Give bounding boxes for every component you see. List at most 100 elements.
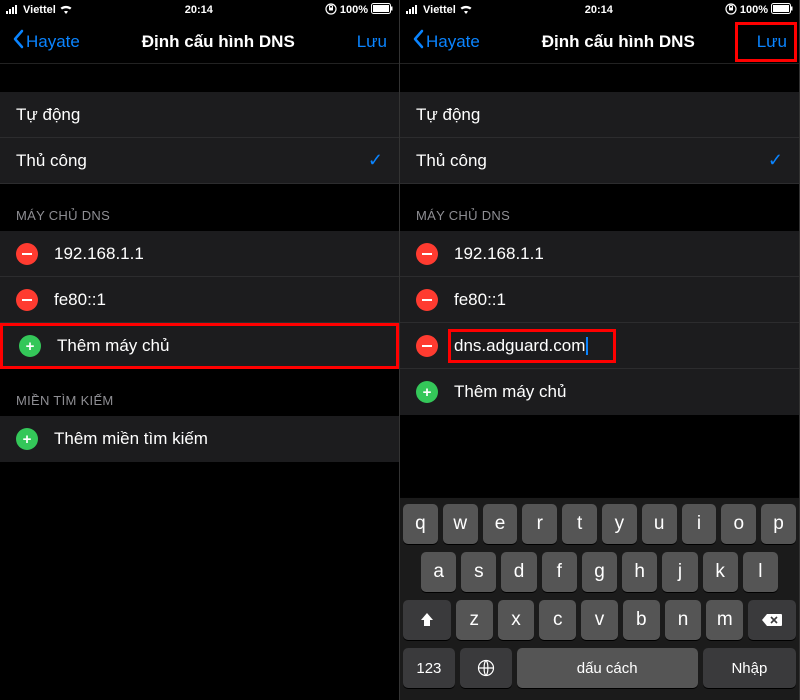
battery-percent: 100% bbox=[740, 4, 768, 16]
back-label: Hayate bbox=[26, 32, 80, 52]
add-server-row[interactable]: Thêm máy chủ bbox=[400, 369, 799, 415]
add-search-domain-row[interactable]: Thêm miền tìm kiếm bbox=[0, 416, 399, 462]
key-e[interactable]: e bbox=[483, 504, 518, 544]
clock: 20:14 bbox=[185, 4, 213, 16]
key-h[interactable]: h bbox=[622, 552, 657, 592]
content-area: Tự động Thủ công ✓ MÁY CHỦ DNS 192.168.1… bbox=[0, 64, 399, 700]
back-button[interactable]: Hayate bbox=[12, 29, 80, 54]
battery-icon bbox=[771, 3, 793, 17]
key-space[interactable]: dấu cách bbox=[517, 648, 698, 688]
dns-server-input[interactable]: dns.adguard.com bbox=[454, 336, 783, 356]
nav-title: Định cấu hình DNS bbox=[142, 32, 295, 52]
mode-manual-label: Thủ công bbox=[416, 151, 768, 171]
keyboard: q w e r t y u i o p a s d f g h j k l z bbox=[400, 497, 799, 700]
key-k[interactable]: k bbox=[703, 552, 738, 592]
dns-server-row[interactable]: 192.168.1.1 bbox=[0, 231, 399, 277]
remove-icon[interactable] bbox=[416, 243, 438, 265]
add-server-row[interactable]: Thêm máy chủ bbox=[0, 323, 399, 369]
chevron-left-icon bbox=[12, 29, 24, 54]
mode-auto[interactable]: Tự động bbox=[400, 92, 799, 138]
phone-right: Viettel 20:14 100% Hayate Định cấu hình … bbox=[400, 0, 800, 700]
add-icon[interactable] bbox=[416, 381, 438, 403]
keyboard-row-3: z x c v b n m bbox=[403, 600, 796, 640]
key-a[interactable]: a bbox=[421, 552, 456, 592]
wifi-icon bbox=[59, 4, 73, 17]
checkmark-icon: ✓ bbox=[768, 150, 783, 171]
back-button[interactable]: Hayate bbox=[412, 29, 480, 54]
key-backspace[interactable] bbox=[748, 600, 796, 640]
key-s[interactable]: s bbox=[461, 552, 496, 592]
status-bar: Viettel 20:14 100% bbox=[400, 0, 799, 20]
key-mode[interactable]: 123 bbox=[403, 648, 455, 688]
signal-icon bbox=[6, 4, 20, 17]
chevron-left-icon bbox=[412, 29, 424, 54]
add-search-label: Thêm miền tìm kiếm bbox=[54, 429, 383, 449]
phone-left: Viettel 20:14 100% Hayate Định cấu hình … bbox=[0, 0, 400, 700]
remove-icon[interactable] bbox=[16, 243, 38, 265]
text-cursor bbox=[586, 337, 588, 355]
dns-server-input-row[interactable]: dns.adguard.com bbox=[400, 323, 799, 369]
key-o[interactable]: o bbox=[721, 504, 756, 544]
orientation-lock-icon bbox=[725, 3, 737, 18]
mode-manual[interactable]: Thủ công ✓ bbox=[0, 138, 399, 184]
key-z[interactable]: z bbox=[456, 600, 493, 640]
remove-icon[interactable] bbox=[416, 335, 438, 357]
mode-auto-label: Tự động bbox=[16, 105, 383, 125]
mode-manual-label: Thủ công bbox=[16, 151, 368, 171]
wifi-icon bbox=[459, 4, 473, 17]
nav-bar: Hayate Định cấu hình DNS Lưu bbox=[0, 20, 399, 64]
key-g[interactable]: g bbox=[582, 552, 617, 592]
section-dns-header: MÁY CHỦ DNS bbox=[400, 184, 799, 231]
key-b[interactable]: b bbox=[623, 600, 660, 640]
battery-percent: 100% bbox=[340, 4, 368, 16]
key-return[interactable]: Nhập bbox=[703, 648, 796, 688]
back-label: Hayate bbox=[426, 32, 480, 52]
nav-bar: Hayate Định cấu hình DNS Lưu bbox=[400, 20, 799, 64]
checkmark-icon: ✓ bbox=[368, 150, 383, 171]
key-w[interactable]: w bbox=[443, 504, 478, 544]
status-bar: Viettel 20:14 100% bbox=[0, 0, 399, 20]
key-t[interactable]: t bbox=[562, 504, 597, 544]
key-v[interactable]: v bbox=[581, 600, 618, 640]
save-button[interactable]: Lưu bbox=[757, 32, 787, 52]
key-n[interactable]: n bbox=[665, 600, 702, 640]
add-icon[interactable] bbox=[19, 335, 41, 357]
carrier-label: Viettel bbox=[423, 4, 456, 16]
key-l[interactable]: l bbox=[743, 552, 778, 592]
key-globe[interactable] bbox=[460, 648, 512, 688]
remove-icon[interactable] bbox=[416, 289, 438, 311]
dns-server-row[interactable]: 192.168.1.1 bbox=[400, 231, 799, 277]
key-j[interactable]: j bbox=[662, 552, 697, 592]
signal-icon bbox=[406, 4, 420, 17]
key-q[interactable]: q bbox=[403, 504, 438, 544]
battery-icon bbox=[371, 3, 393, 17]
key-f[interactable]: f bbox=[542, 552, 577, 592]
add-server-label: Thêm máy chủ bbox=[454, 382, 783, 402]
key-y[interactable]: y bbox=[602, 504, 637, 544]
remove-icon[interactable] bbox=[16, 289, 38, 311]
key-p[interactable]: p bbox=[761, 504, 796, 544]
keyboard-row-1: q w e r t y u i o p bbox=[403, 504, 796, 544]
key-m[interactable]: m bbox=[706, 600, 743, 640]
key-c[interactable]: c bbox=[539, 600, 576, 640]
key-i[interactable]: i bbox=[682, 504, 717, 544]
add-icon[interactable] bbox=[16, 428, 38, 450]
keyboard-row-4: 123 dấu cách Nhập bbox=[403, 648, 796, 688]
key-r[interactable]: r bbox=[522, 504, 557, 544]
add-server-label: Thêm máy chủ bbox=[57, 336, 380, 356]
nav-title: Định cấu hình DNS bbox=[542, 32, 695, 52]
save-button[interactable]: Lưu bbox=[357, 32, 387, 52]
key-x[interactable]: x bbox=[498, 600, 535, 640]
dns-server-value: fe80::1 bbox=[454, 290, 783, 310]
mode-manual[interactable]: Thủ công ✓ bbox=[400, 138, 799, 184]
dns-server-row[interactable]: fe80::1 bbox=[400, 277, 799, 323]
key-u[interactable]: u bbox=[642, 504, 677, 544]
dns-server-row[interactable]: fe80::1 bbox=[0, 277, 399, 323]
key-shift[interactable] bbox=[403, 600, 451, 640]
mode-auto-label: Tự động bbox=[416, 105, 783, 125]
mode-auto[interactable]: Tự động bbox=[0, 92, 399, 138]
dns-server-value: fe80::1 bbox=[54, 290, 383, 310]
clock: 20:14 bbox=[585, 4, 613, 16]
orientation-lock-icon bbox=[325, 3, 337, 18]
key-d[interactable]: d bbox=[501, 552, 536, 592]
